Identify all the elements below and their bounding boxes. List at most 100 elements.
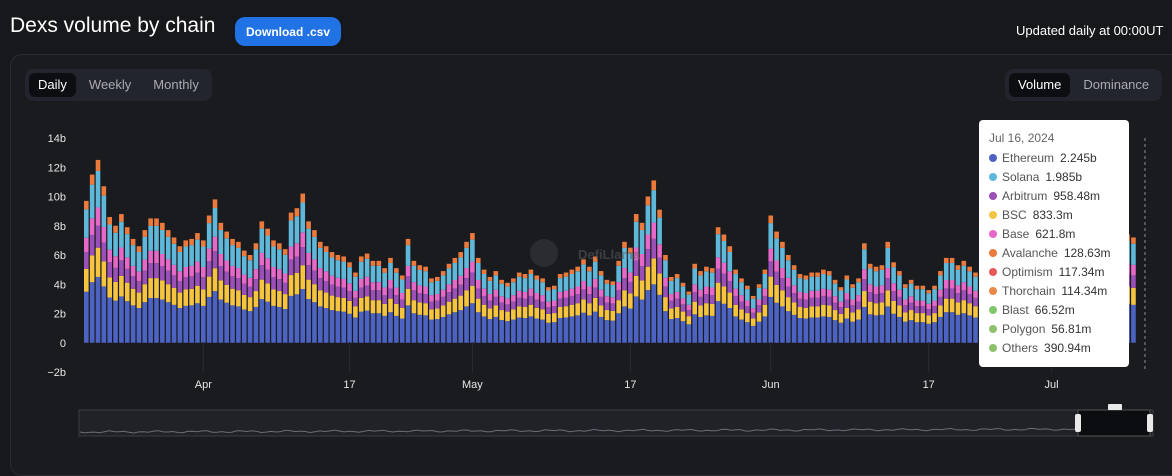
bar-stack[interactable]	[780, 241, 785, 343]
bar-stack[interactable]	[598, 271, 604, 343]
bar-stack[interactable]	[358, 256, 364, 343]
bar-stack[interactable]	[265, 228, 270, 343]
bar-stack[interactable]	[727, 246, 733, 343]
brush-right-handle[interactable]	[1147, 414, 1153, 432]
bar-stack[interactable]	[844, 275, 850, 343]
bar-stack[interactable]	[95, 159, 101, 343]
brush-window[interactable]	[1077, 409, 1151, 437]
bar-stack[interactable]	[154, 218, 159, 343]
bar-stack[interactable]	[669, 276, 674, 343]
bar-stack[interactable]	[288, 212, 294, 343]
bar-stack[interactable]	[1131, 237, 1136, 343]
bar-stack[interactable]	[563, 272, 569, 343]
bar-stack[interactable]	[938, 271, 943, 343]
bar-stack[interactable]	[926, 290, 931, 343]
bar-stack[interactable]	[516, 272, 522, 343]
bar-stack[interactable]	[633, 214, 639, 343]
bar-stack[interactable]	[715, 227, 721, 343]
bar-stack[interactable]	[113, 225, 118, 343]
bar-stack[interactable]	[961, 260, 967, 343]
bar-stack[interactable]	[481, 269, 487, 343]
bar-stack[interactable]	[903, 284, 908, 343]
bar-stack[interactable]	[557, 274, 563, 343]
bar-stack[interactable]	[856, 278, 861, 343]
brush-grip-icon[interactable]	[1108, 404, 1122, 410]
bar-stack[interactable]	[195, 233, 200, 343]
bar-stack[interactable]	[382, 268, 387, 343]
bar-stack[interactable]	[329, 252, 335, 343]
bar-stack[interactable]	[335, 255, 341, 343]
bar-stack[interactable]	[318, 241, 323, 343]
bar-stack[interactable]	[774, 231, 779, 343]
bar-stack[interactable]	[815, 272, 820, 343]
bar-stack[interactable]	[142, 230, 148, 343]
bar-stack[interactable]	[230, 238, 235, 343]
bar-stack[interactable]	[832, 279, 838, 343]
bar-stack[interactable]	[540, 278, 545, 343]
bar-stack[interactable]	[949, 257, 955, 343]
bar-stack[interactable]	[165, 230, 171, 343]
bar-stack[interactable]	[417, 265, 423, 343]
bar-stack[interactable]	[616, 260, 621, 343]
bar-stack[interactable]	[347, 262, 352, 343]
bar-stack[interactable]	[739, 278, 744, 343]
bar-stack[interactable]	[862, 243, 867, 343]
bar-stack[interactable]	[376, 260, 382, 343]
bar-stack[interactable]	[464, 241, 469, 343]
bar-stack[interactable]	[470, 233, 475, 343]
bar-stack[interactable]	[388, 257, 393, 343]
bar-stack[interactable]	[838, 287, 844, 343]
bar-stack[interactable]	[511, 278, 516, 343]
brush-left-handle[interactable]	[1075, 414, 1081, 432]
bar-stack[interactable]	[429, 278, 434, 343]
bar-stack[interactable]	[908, 279, 914, 343]
bar-stack[interactable]	[505, 282, 510, 343]
bar-stack[interactable]	[797, 274, 803, 343]
bar-stack[interactable]	[920, 285, 926, 343]
bar-stack[interactable]	[821, 269, 826, 343]
bar-stack[interactable]	[440, 271, 446, 343]
bar-stack[interactable]	[171, 237, 177, 343]
bar-stack[interactable]	[394, 268, 399, 343]
bar-stack[interactable]	[639, 222, 645, 343]
bar-stack[interactable]	[692, 263, 697, 343]
bar-stack[interactable]	[704, 266, 709, 343]
bar-stack[interactable]	[955, 265, 961, 343]
bar-stack[interactable]	[645, 196, 651, 343]
bar-stack[interactable]	[914, 285, 920, 343]
bar-stack[interactable]	[528, 269, 534, 343]
bar-stack[interactable]	[183, 240, 189, 343]
bar-stack[interactable]	[300, 193, 306, 343]
bar-stack[interactable]	[534, 275, 540, 343]
bar-stack[interactable]	[241, 250, 247, 343]
bar-stack[interactable]	[867, 263, 873, 343]
bar-stack[interactable]	[581, 259, 586, 343]
bar-stack[interactable]	[546, 287, 551, 343]
bar-stack[interactable]	[212, 199, 218, 343]
bar-stack[interactable]	[663, 255, 668, 343]
bar-stack[interactable]	[932, 285, 937, 343]
bar-stack[interactable]	[604, 279, 610, 343]
bar-stack[interactable]	[218, 222, 224, 343]
bar-stack[interactable]	[364, 253, 370, 343]
bar-stack[interactable]	[294, 208, 300, 343]
bar-stack[interactable]	[201, 240, 206, 343]
bar-stack[interactable]	[177, 246, 183, 343]
bar-stack[interactable]	[610, 281, 616, 343]
bar-stack[interactable]	[160, 222, 165, 343]
bar-stack[interactable]	[107, 216, 112, 343]
bar-stack[interactable]	[552, 285, 557, 343]
bar-stack[interactable]	[277, 243, 282, 343]
bar-stack[interactable]	[119, 214, 124, 343]
bar-stack[interactable]	[493, 271, 499, 343]
bar-stack[interactable]	[370, 260, 376, 343]
bar-stack[interactable]	[850, 284, 855, 343]
bar-stack[interactable]	[803, 275, 809, 343]
bar-stack[interactable]	[130, 238, 136, 343]
bar-stack[interactable]	[826, 271, 832, 343]
bar-stack[interactable]	[809, 272, 814, 343]
bar-stack[interactable]	[435, 276, 440, 343]
bar-stack[interactable]	[791, 265, 797, 343]
bar-stack[interactable]	[967, 266, 972, 343]
bar-stack[interactable]	[323, 246, 329, 343]
